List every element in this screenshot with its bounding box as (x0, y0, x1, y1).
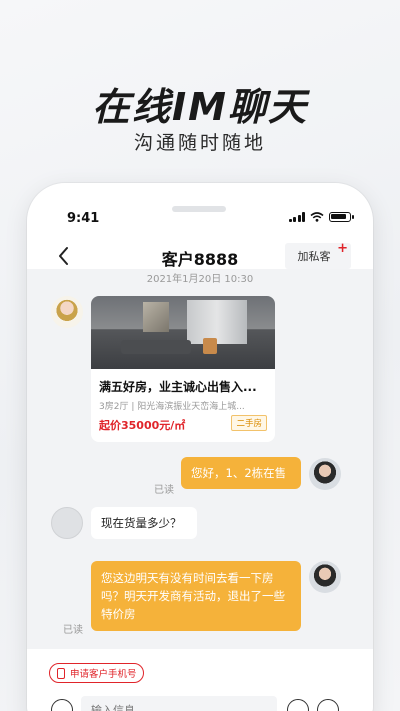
speaker-bar (172, 206, 226, 212)
message-bubble-agent: 您这边明天有没有时间去看一下房吗？明天开发商有活动，退出了一些特价房 (91, 561, 301, 631)
read-status: 已读 (154, 485, 174, 496)
house-card-tag: 二手房 (231, 415, 267, 431)
private-button-label: 加私客 (297, 250, 331, 263)
bottom-bar: 申请客户手机号 (27, 649, 373, 711)
hero-title: 在线IM聊天 (92, 85, 308, 129)
agent-avatar[interactable] (309, 561, 341, 593)
agent-avatar[interactable] (309, 458, 341, 490)
phone-icon (57, 668, 65, 679)
chat-area[interactable]: 2021年1月20日 10:30 满五好房，业主诚心出售入... 3房2厅 | … (27, 269, 373, 689)
house-card-title: 满五好房，业主诚心出售入... (99, 380, 257, 394)
read-status: 已读 (63, 625, 83, 636)
voice-icon[interactable] (51, 699, 73, 711)
message-bubble-agent: 您好，1、2栋在售 (181, 457, 301, 489)
house-card-meta: 3房2厅 | 阳光海滨振业天峦海上城... (99, 402, 245, 412)
customer-avatar[interactable] (51, 296, 83, 328)
status-icons (288, 212, 354, 222)
phone-mockup: 9:41 客户8888 加私客 + 2021年1月20日 10:30 满五好房，… (27, 183, 373, 711)
chat-timestamp: 2021年1月20日 10:30 (146, 274, 254, 285)
signal-icon (288, 212, 305, 222)
add-icon[interactable] (317, 699, 339, 711)
customer-avatar-default[interactable] (51, 507, 83, 539)
status-time: 9:41 (67, 211, 100, 226)
add-private-client-button[interactable]: 加私客 + (285, 241, 351, 269)
plus-icon: + (337, 241, 348, 256)
emoji-icon[interactable] (287, 699, 309, 711)
house-card[interactable]: 满五好房，业主诚心出售入... 3房2厅 | 阳光海滨振业天峦海上城... 起价… (91, 296, 275, 442)
wifi-icon (310, 212, 324, 222)
battery-icon (329, 212, 354, 222)
request-phone-label: 申请客户手机号 (70, 669, 137, 680)
message-bubble-customer: 现在货量多少？ (91, 507, 197, 539)
request-phone-button[interactable]: 申请客户手机号 (49, 663, 144, 683)
message-input[interactable] (81, 696, 277, 711)
house-photo (91, 296, 275, 369)
notch (156, 183, 244, 203)
input-row (27, 693, 373, 711)
hero-subtitle: 沟通随时随地 (133, 132, 266, 154)
